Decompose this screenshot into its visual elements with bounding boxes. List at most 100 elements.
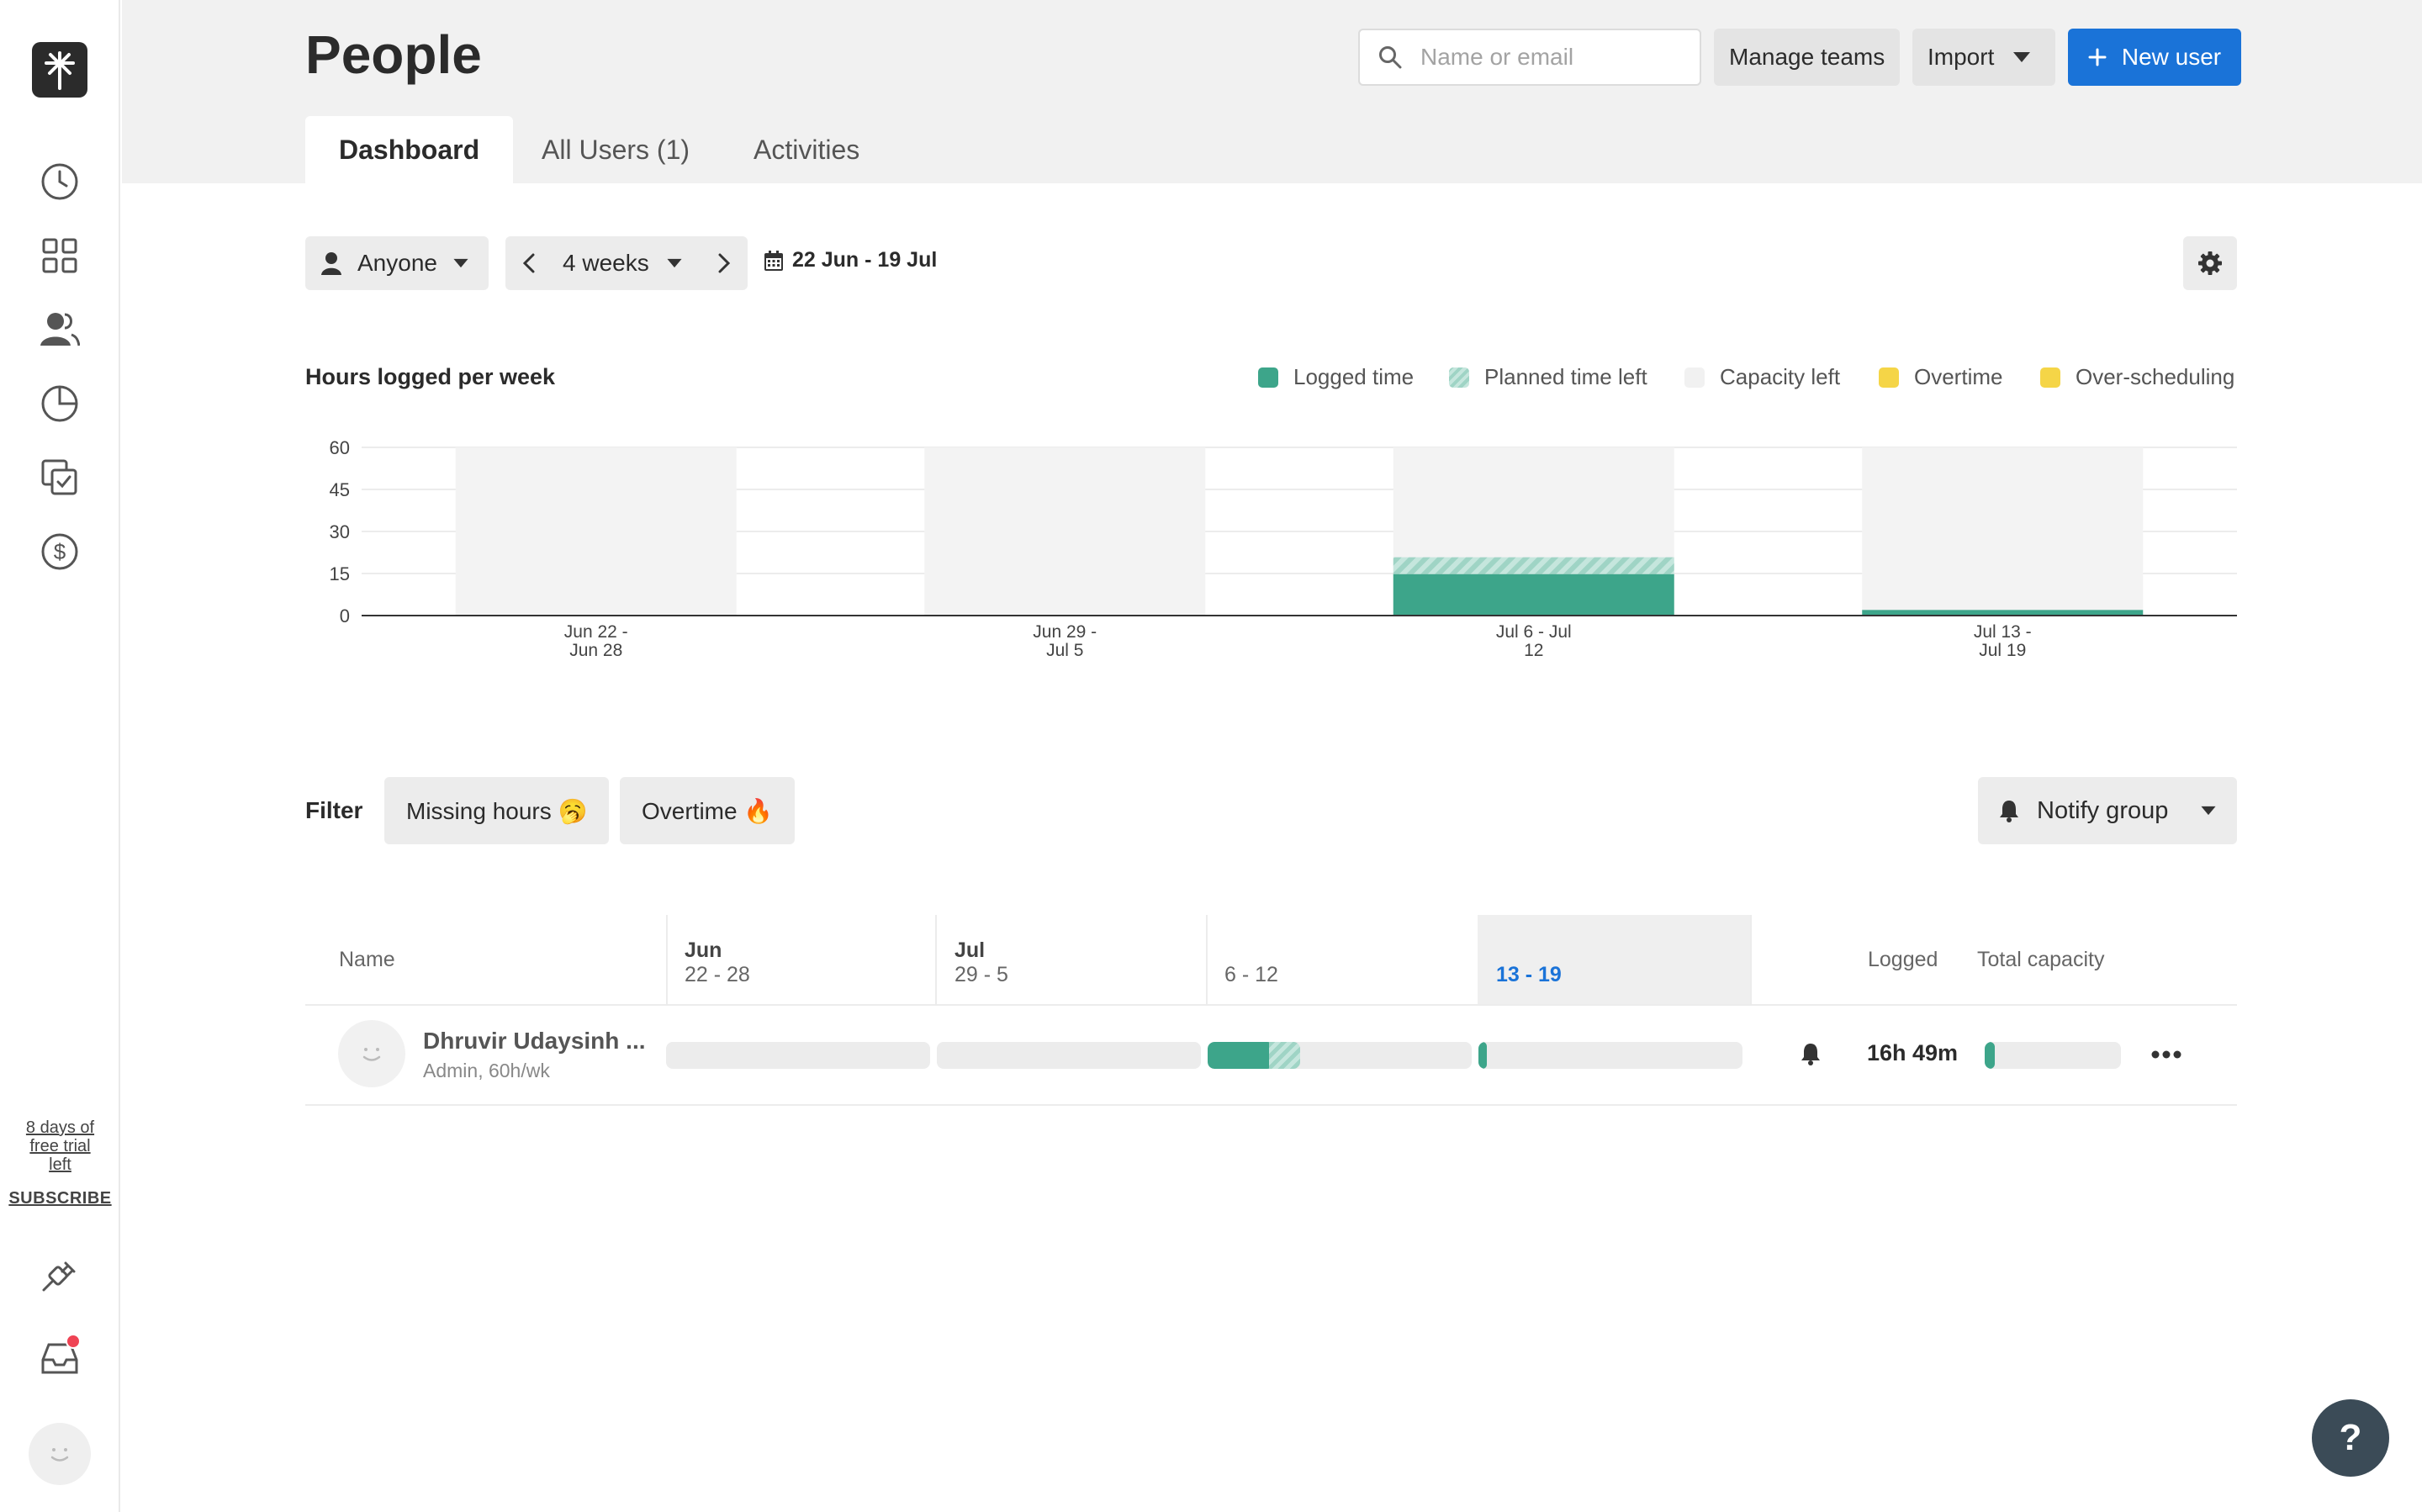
- column-divider: [935, 915, 937, 1004]
- search-icon: [1379, 46, 1402, 69]
- smiley-face-icon: [50, 1448, 69, 1462]
- tab-all-users[interactable]: All Users (1): [542, 116, 690, 183]
- filter-label: Filter: [305, 797, 363, 823]
- x-tick-label: Jul 6 - Jul: [1496, 622, 1572, 642]
- current-week-highlight: [1478, 915, 1750, 1004]
- caret-down-icon: [453, 258, 468, 268]
- user-name[interactable]: Dhruvir Udaysinh ...: [423, 1028, 646, 1055]
- missing-hours-filter[interactable]: Missing hours 🥱: [384, 777, 610, 844]
- smiley-face-icon: [362, 1048, 381, 1061]
- overtime-filter[interactable]: Overtime 🔥: [620, 777, 796, 844]
- import-button[interactable]: Import: [1912, 29, 2055, 86]
- y-tick-label: 45: [330, 479, 350, 500]
- trial-line: free trial: [29, 1137, 91, 1155]
- overtime-label: Overtime 🔥: [642, 797, 774, 824]
- x-tick-label: Jul 13 -: [1974, 622, 2032, 642]
- y-tick-label: 60: [330, 437, 350, 458]
- week-bar[interactable]: [1478, 1042, 1742, 1069]
- trial-notice[interactable]: 8 days of free trial left: [0, 1118, 120, 1174]
- week-bar[interactable]: [937, 1042, 1201, 1069]
- column-header-week-3: 6 - 12: [1224, 963, 1278, 987]
- user-role-capacity: Admin, 60h/wk: [423, 1060, 550, 1081]
- week-bar[interactable]: [1208, 1042, 1472, 1069]
- user-avatar[interactable]: [29, 1423, 91, 1485]
- week-range: 13 - 19: [1496, 963, 1562, 986]
- next-period-button[interactable]: [701, 236, 748, 290]
- legend-label: Overtime: [1914, 364, 2003, 389]
- integrations-plug-icon[interactable]: [39, 1253, 81, 1295]
- column-header-week-2: Jul 29 - 5: [955, 938, 1008, 987]
- tab-activities[interactable]: Activities: [754, 116, 859, 183]
- search-box[interactable]: [1358, 29, 1701, 86]
- page-title: People: [305, 24, 482, 85]
- chart-title: Hours logged per week: [305, 364, 556, 389]
- clock-icon[interactable]: [39, 161, 81, 203]
- legend-label: Over-scheduling: [2076, 364, 2235, 389]
- column-header-capacity[interactable]: Total capacity: [1977, 948, 2104, 972]
- prev-period-button[interactable]: [505, 236, 553, 290]
- legend-swatch: [1258, 367, 1278, 388]
- legend-swatch: [1449, 367, 1469, 388]
- manage-teams-label: Manage teams: [1729, 44, 1885, 70]
- column-divider: [1750, 915, 1752, 1004]
- legend-item-capacity: Capacity left: [1684, 364, 1840, 390]
- legend-item-logged: Logged time: [1258, 364, 1414, 390]
- chevron-left-icon: [523, 253, 535, 273]
- week-bar[interactable]: [666, 1042, 930, 1069]
- bell-icon: [2000, 801, 2018, 822]
- chevron-right-icon: [718, 253, 730, 273]
- period-dropdown[interactable]: 4 weeks: [563, 250, 683, 277]
- legend-swatch: [2040, 367, 2060, 388]
- reports-pie-icon[interactable]: [39, 383, 81, 425]
- app-logo[interactable]: [32, 42, 87, 98]
- person-icon: [321, 252, 341, 275]
- svg-text:$: $: [54, 539, 66, 564]
- caret-down-icon: [2201, 806, 2216, 816]
- y-tick-label: 15: [330, 563, 350, 584]
- notify-group-button[interactable]: Notify group: [1978, 777, 2237, 844]
- date-range-picker[interactable]: 22 Jun - 19 Jul: [764, 248, 937, 272]
- x-tick-label: Jul 5: [1046, 641, 1083, 660]
- tab-label: Dashboard: [339, 134, 480, 165]
- person-filter-dropdown[interactable]: Anyone: [305, 236, 489, 290]
- capacity-bar: [924, 447, 1206, 616]
- column-header-logged[interactable]: Logged: [1868, 948, 1938, 972]
- capacity-bar: [455, 447, 737, 616]
- subscribe-link[interactable]: SUBSCRIBE: [0, 1189, 120, 1208]
- legend-item-planned: Planned time left: [1449, 364, 1647, 390]
- column-header-name[interactable]: Name: [339, 948, 395, 972]
- avatar: [338, 1020, 405, 1087]
- row-more-button[interactable]: [2150, 1039, 2183, 1070]
- manage-teams-button[interactable]: Manage teams: [1714, 29, 1901, 86]
- search-input[interactable]: [1419, 43, 1688, 71]
- row-divider: [305, 1004, 2237, 1006]
- tab-dashboard[interactable]: Dashboard: [305, 116, 514, 183]
- logged-fill: [1208, 1042, 1274, 1069]
- people-icon[interactable]: [39, 308, 81, 350]
- y-tick-label: 30: [330, 521, 350, 542]
- legend-label: Logged time: [1293, 364, 1415, 389]
- legend-label: Capacity left: [1720, 364, 1841, 389]
- x-tick-label: Jun 22 -: [564, 622, 628, 642]
- person-filter-label: Anyone: [357, 250, 437, 276]
- help-button[interactable]: ?: [2312, 1399, 2389, 1477]
- dashboard-grid-icon[interactable]: [39, 235, 81, 277]
- x-tick-label: 12: [1524, 641, 1543, 660]
- logged-bar: [1393, 574, 1674, 616]
- period-label: 4 weeks: [563, 250, 649, 276]
- settings-button[interactable]: [2183, 236, 2237, 290]
- missing-hours-label: Missing hours 🥱: [406, 797, 588, 824]
- legend-label: Planned time left: [1484, 364, 1647, 389]
- billing-dollar-icon[interactable]: $: [39, 531, 81, 573]
- tasks-check-icon[interactable]: [39, 457, 81, 499]
- capacity-bar: [1862, 447, 2144, 616]
- new-user-button[interactable]: New user: [2068, 29, 2241, 86]
- plus-icon: [2088, 48, 2107, 66]
- trial-line: left: [49, 1155, 71, 1174]
- y-tick-label: 0: [340, 605, 350, 626]
- notification-dot: [66, 1334, 81, 1349]
- week-month: Jun: [685, 938, 722, 962]
- row-divider: [305, 1104, 2237, 1106]
- inbox-icon[interactable]: [39, 1334, 81, 1379]
- notify-user-button[interactable]: [1800, 1041, 1822, 1071]
